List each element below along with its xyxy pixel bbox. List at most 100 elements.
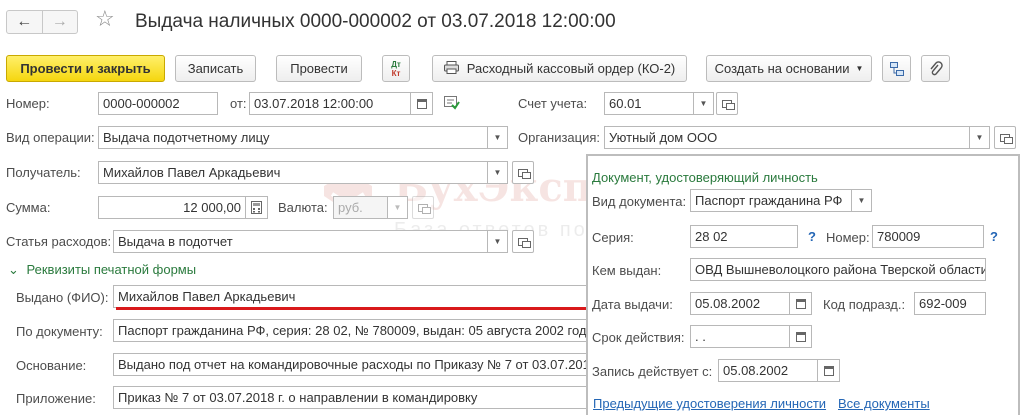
currency-open-button[interactable] (412, 196, 434, 219)
attachment-field[interactable]: Приказ № 7 от 03.07.2018 г. о направлени… (113, 386, 587, 409)
open-icon (518, 168, 531, 179)
cash-order-label: Расходный кассовый ордер (КО-2) (466, 61, 676, 76)
doc-number-label: Номер: (826, 230, 870, 245)
issue-date-label: Дата выдачи: (592, 297, 673, 312)
recipient-open-button[interactable] (512, 161, 534, 184)
back-button[interactable]: ← (7, 11, 42, 33)
arrow-left-icon: ← (16, 13, 33, 30)
organization-open-button[interactable] (994, 126, 1016, 149)
issued-by-field[interactable]: ОВД Вышневолоцкого района Тверской облас… (690, 258, 986, 281)
validity-field[interactable]: . . (690, 325, 790, 348)
doc-number-field[interactable]: 780009 (872, 225, 984, 248)
record-valid-from-field[interactable]: 05.08.2002 (718, 359, 818, 382)
expense-open-button[interactable] (512, 230, 534, 253)
doc-type-field[interactable]: Паспорт гражданина РФ (690, 189, 852, 212)
unit-code-field[interactable]: 692-009 (914, 292, 986, 315)
issue-date-calendar-button[interactable] (790, 292, 812, 315)
number-label: Номер: (6, 96, 50, 111)
calculator-button[interactable] (246, 196, 268, 219)
recipient-field[interactable]: Михайлов Павел Аркадьевич (98, 161, 488, 184)
print-form-section-toggle[interactable]: ⌄ Реквизиты печатной формы (8, 262, 196, 278)
account-open-button[interactable] (716, 92, 738, 115)
series-label: Серия: (592, 230, 634, 245)
cash-order-print-button[interactable]: Расходный кассовый ордер (КО-2) (432, 55, 687, 82)
currency-label: Валюта: (278, 200, 328, 215)
number-help-icon[interactable]: ? (990, 229, 998, 244)
doc-type-dropdown-icon[interactable]: ▼ (852, 189, 872, 212)
navigation-group: ← → (6, 10, 78, 34)
validity-calendar-button[interactable] (790, 325, 812, 348)
date-label: от: (230, 96, 247, 111)
organization-dropdown-icon[interactable]: ▼ (970, 126, 990, 149)
expense-dropdown-icon[interactable]: ▼ (488, 230, 508, 253)
identity-panel-title: Документ, удостоверяющий личность (592, 170, 818, 185)
by-document-label: По документу: (16, 324, 103, 339)
printer-icon (443, 60, 459, 77)
sum-label: Сумма: (6, 200, 51, 215)
by-document-field[interactable]: Паспорт гражданина РФ, серия: 28 02, № 7… (113, 319, 587, 342)
attachment-button[interactable] (921, 55, 950, 82)
structure-button[interactable] (882, 55, 911, 82)
date-field[interactable]: 03.07.2018 12:00:00 (249, 92, 411, 115)
dropdown-arrow-icon: ▼ (855, 64, 864, 73)
open-icon (1000, 133, 1013, 144)
open-icon (722, 99, 735, 110)
page-title: Выдача наличных 0000-000002 от 03.07.201… (135, 11, 616, 32)
recipient-label: Получатель: (6, 165, 81, 180)
calendar-icon (416, 98, 427, 109)
operation-label: Вид операции: (6, 130, 95, 145)
calendar-icon (795, 298, 806, 309)
arrow-right-icon: → (51, 13, 68, 30)
calendar-icon (823, 365, 834, 376)
basis-field[interactable]: Выдано под отчет на командировочные расх… (113, 353, 587, 376)
post-button[interactable]: Провести (276, 55, 362, 82)
recipient-dropdown-icon[interactable]: ▼ (488, 161, 508, 184)
issued-to-label: Выдано (ФИО): (16, 290, 109, 305)
issued-by-label: Кем выдан: (592, 263, 662, 278)
series-field[interactable]: 28 02 (690, 225, 798, 248)
organization-label: Организация: (518, 130, 601, 145)
expense-field[interactable]: Выдача в подотчет (113, 230, 488, 253)
date-calendar-button[interactable] (411, 92, 433, 115)
expense-label: Статья расходов: (6, 234, 112, 249)
currency-dropdown-icon[interactable]: ▼ (388, 196, 408, 219)
calendar-icon (795, 331, 806, 342)
create-based-on-button[interactable]: Создать на основании ▼ (706, 55, 872, 82)
forward-button[interactable]: → (41, 11, 78, 33)
chevron-down-icon: ⌄ (8, 262, 19, 277)
structure-icon (889, 61, 904, 76)
operation-field[interactable]: Выдача подотчетному лицу (98, 126, 488, 149)
open-icon (518, 237, 531, 248)
series-help-icon[interactable]: ? (808, 229, 816, 244)
calculator-icon (251, 201, 262, 214)
post-and-close-button[interactable]: Провести и закрыть (6, 55, 165, 82)
create-based-label: Создать на основании (714, 61, 850, 76)
sum-field[interactable]: 12 000,00 (98, 196, 246, 219)
paperclip-icon (929, 60, 943, 75)
operation-dropdown-icon[interactable]: ▼ (488, 126, 508, 149)
highlight-underline (116, 307, 588, 310)
record-calendar-button[interactable] (818, 359, 840, 382)
print-form-section-title: Реквизиты печатной формы (26, 262, 197, 277)
record-valid-from-label: Запись действует с: (592, 364, 713, 379)
doc-type-label: Вид документа: (592, 194, 687, 209)
all-documents-link[interactable]: Все документы (838, 396, 930, 411)
favorite-star-icon[interactable]: ☆ (95, 8, 115, 30)
validity-label: Срок действия: (592, 330, 685, 345)
organization-field[interactable]: Уютный дом ООО (604, 126, 970, 149)
dt-label: Дт (391, 59, 401, 69)
basis-label: Основание: (16, 358, 87, 373)
currency-field[interactable]: руб. (333, 196, 388, 219)
issued-to-field[interactable]: Михайлов Павел Аркадьевич (113, 285, 587, 308)
issue-date-field[interactable]: 05.08.2002 (690, 292, 790, 315)
save-button[interactable]: Записать (175, 55, 256, 82)
dt-kt-button[interactable]: Дт Кт (382, 55, 410, 82)
open-icon (418, 203, 431, 214)
account-field[interactable]: 60.01 (604, 92, 694, 115)
previous-ids-link[interactable]: Предыдущие удостоверения личности (593, 396, 826, 411)
unit-code-label: Код подразд.: (823, 297, 906, 312)
account-dropdown-icon[interactable]: ▼ (694, 92, 714, 115)
number-field[interactable]: 0000-000002 (98, 92, 218, 115)
status-indicator-icon (444, 96, 460, 113)
attachment-label: Приложение: (16, 391, 96, 406)
